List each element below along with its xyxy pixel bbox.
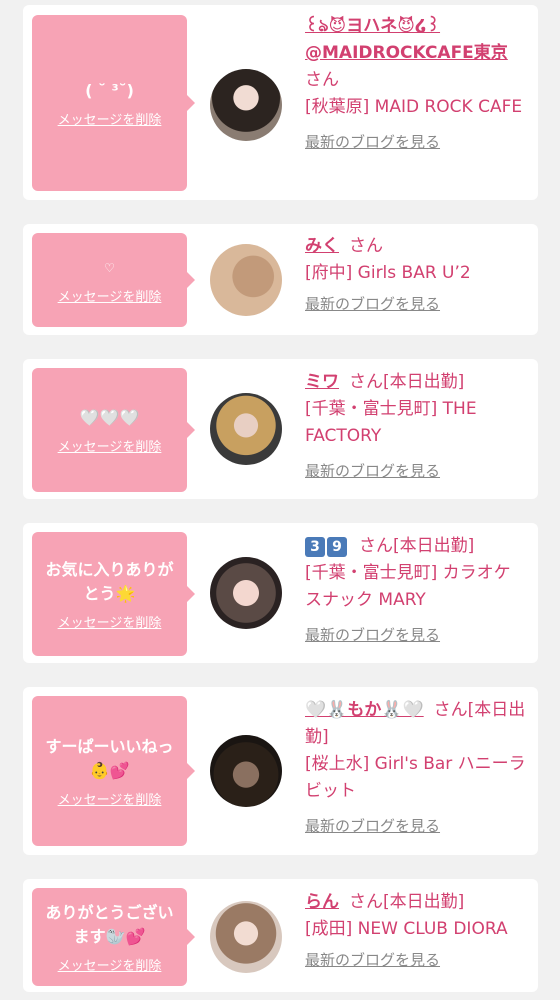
message-text: お気に入りありがとう🌟 — [45, 559, 174, 603]
honorific: さん[本日出勤] — [349, 372, 465, 392]
shop-label: [千葉・富士見町] THE FACTORY — [305, 399, 477, 446]
message-bubble: ♡ メッセージを削除 — [32, 233, 195, 327]
honorific: さん — [305, 70, 339, 90]
shop-label: [桜上水] Girl's Bar ハニーラビット — [305, 754, 526, 801]
avatar[interactable] — [210, 557, 282, 629]
profile-name-link[interactable]: みく — [305, 236, 339, 256]
profile-info: みく さん [府中] Girls BAR U’2 最新のブログを見る — [305, 233, 526, 318]
honorific: さん — [349, 236, 383, 256]
message-text: ♡ — [104, 260, 115, 275]
message-bubble: ( ˘ ³˘) メッセージを削除 — [32, 15, 195, 191]
message-card: すーぱーいいねっ👶💕 メッセージを削除 🤍🐰もか🐰🤍 さん[本日出勤] [桜上水]… — [23, 687, 538, 855]
profile-info: 3 9 さん[本日出勤] [千葉・富士見町] カラオケスナック MARY 最新のブロ… — [305, 533, 526, 649]
honorific: さん[本日出勤] — [349, 892, 465, 912]
profile-info: ꒰ঌ😈ヨハネ😈໒꒱ @MAIDROCKCAFE東京 さん [秋葉原] MAID … — [305, 13, 526, 156]
message-bubble: ありがとうございます🦭💕 メッセージを削除 — [32, 888, 195, 986]
delete-message-link[interactable]: メッセージを削除 — [58, 612, 162, 631]
message-text: すーぱーいいねっ👶💕 — [45, 736, 174, 780]
message-text: ( ˘ ³˘) — [85, 80, 134, 100]
avatar[interactable] — [210, 393, 282, 465]
delete-message-link[interactable]: メッセージを削除 — [58, 789, 162, 808]
message-card: ありがとうございます🦭💕 メッセージを削除 らん さん[本日出勤] [成田] NE… — [23, 879, 538, 992]
shop-label: [秋葉原] MAID ROCK CAFE — [305, 97, 523, 117]
shop-label: [成田] NEW CLUB DIORA — [305, 919, 508, 939]
latest-blog-link[interactable]: 最新のブログを見る — [305, 291, 440, 318]
profile-info: ミワ さん[本日出勤] [千葉・富士見町] THE FACTORY 最新のブログを… — [305, 369, 526, 485]
latest-blog-link[interactable]: 最新のブログを見る — [305, 813, 440, 840]
delete-message-link[interactable]: メッセージを削除 — [58, 436, 162, 455]
latest-blog-link[interactable]: 最新のブログを見る — [305, 622, 440, 649]
avatar[interactable] — [210, 244, 282, 316]
profile-name-link[interactable]: らん — [305, 892, 339, 912]
profile-info: らん さん[本日出勤] [成田] NEW CLUB DIORA 最新のブログを見る — [305, 889, 526, 974]
avatar[interactable] — [210, 735, 282, 807]
message-bubble: お気に入りありがとう🌟 メッセージを削除 — [32, 532, 195, 656]
latest-blog-link[interactable]: 最新のブログを見る — [305, 458, 440, 485]
message-card: ( ˘ ³˘) メッセージを削除 ꒰ঌ😈ヨハネ😈໒꒱ @MAIDROCKCAFE… — [23, 5, 538, 200]
delete-message-link[interactable]: メッセージを削除 — [58, 109, 162, 128]
honorific: さん[本日出勤] — [359, 536, 475, 556]
profile-info: 🤍🐰もか🐰🤍 さん[本日出勤] [桜上水] Girl's Bar ハニーラビット … — [305, 697, 526, 840]
avatar[interactable] — [210, 901, 282, 973]
profile-name-link[interactable]: ミワ — [305, 372, 339, 392]
profile-name-link[interactable]: 🤍🐰もか🐰🤍 — [305, 700, 424, 720]
message-list: ( ˘ ³˘) メッセージを削除 ꒰ঌ😈ヨハネ😈໒꒱ @MAIDROCKCAFE… — [0, 0, 560, 1000]
message-bubble: 🤍🤍🤍 メッセージを削除 — [32, 368, 195, 492]
message-card: ♡ メッセージを削除 みく さん [府中] Girls BAR U’2 最新のブロ… — [23, 224, 538, 335]
profile-name-link[interactable]: ꒰ঌ😈ヨハネ😈໒꒱ @MAIDROCKCAFE東京 — [305, 16, 508, 63]
message-bubble: すーぱーいいねっ👶💕 メッセージを削除 — [32, 696, 195, 846]
message-card: 🤍🤍🤍 メッセージを削除 ミワ さん[本日出勤] [千葉・富士見町] THE FA… — [23, 359, 538, 499]
delete-message-link[interactable]: メッセージを削除 — [58, 955, 162, 974]
message-text: ありがとうございます🦭💕 — [45, 902, 174, 946]
message-card: お気に入りありがとう🌟 メッセージを削除 3 9 さん[本日出勤] [千葉・富士見町… — [23, 523, 538, 663]
delete-message-link[interactable]: メッセージを削除 — [58, 286, 162, 305]
shop-label: [府中] Girls BAR U’2 — [305, 263, 471, 283]
latest-blog-link[interactable]: 最新のブログを見る — [305, 129, 440, 156]
profile-name-link[interactable]: 39 — [305, 536, 349, 557]
message-text: 🤍🤍🤍 — [79, 407, 140, 427]
latest-blog-link[interactable]: 最新のブログを見る — [305, 947, 440, 974]
shop-label: [千葉・富士見町] カラオケスナック MARY — [305, 563, 511, 610]
avatar[interactable] — [210, 69, 282, 141]
